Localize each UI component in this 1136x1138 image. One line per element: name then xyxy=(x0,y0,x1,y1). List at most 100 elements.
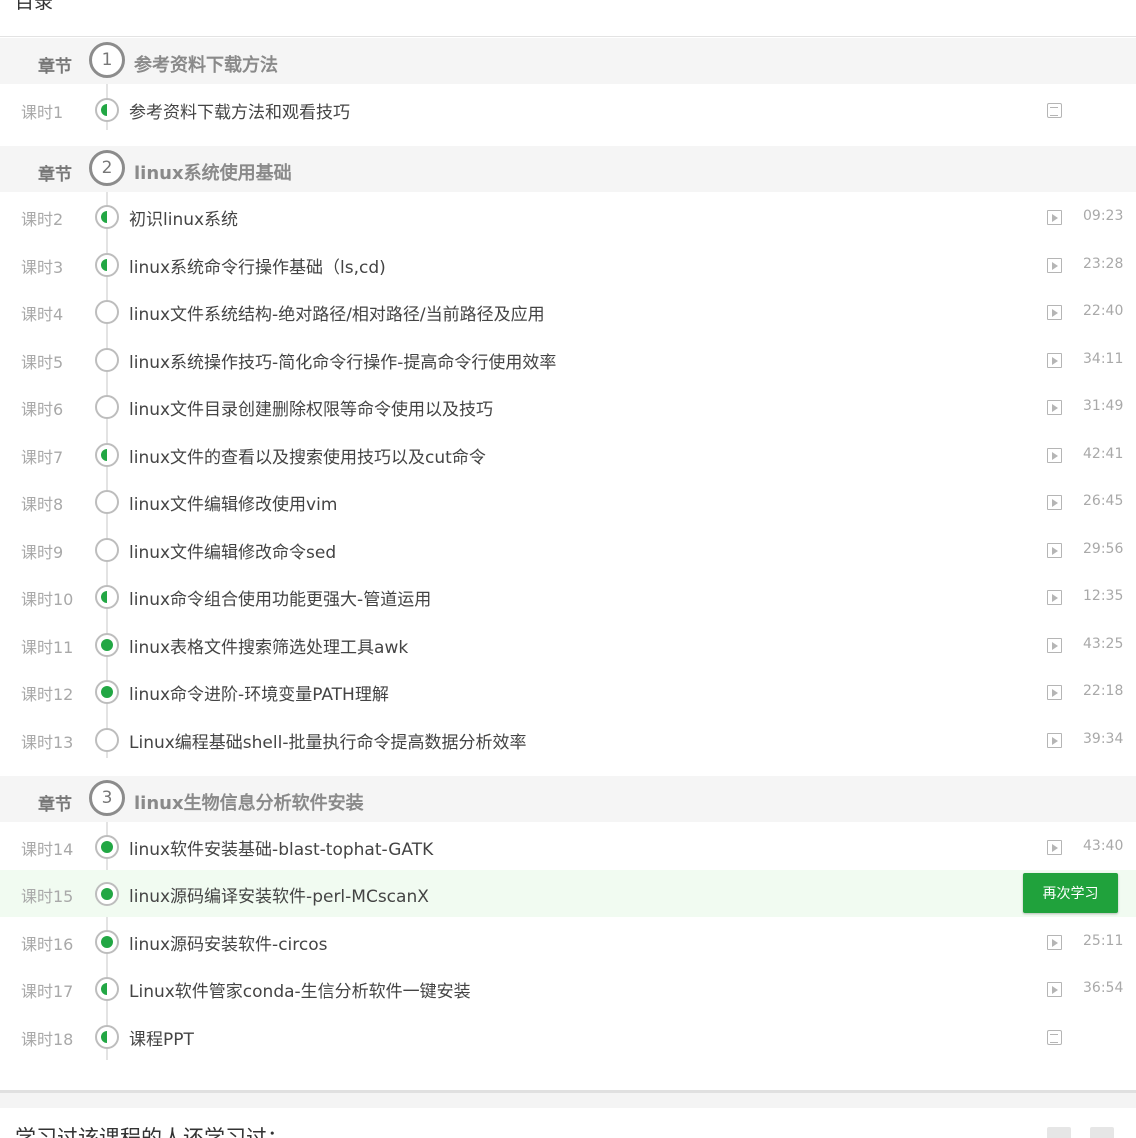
lesson-row[interactable]: 课时12 linux命令进阶-环境变量PATH理解 22:18 xyxy=(0,668,1136,715)
lesson-title[interactable]: linux文件编辑修改命令sed xyxy=(129,538,336,563)
lesson-title[interactable]: 课程PPT xyxy=(129,1025,194,1050)
lesson-row[interactable]: 课时11 linux表格文件搜索筛选处理工具awk 43:25 xyxy=(0,621,1136,668)
lesson-row[interactable]: 课时10 linux命令组合使用功能更强大-管道运用 12:35 xyxy=(0,573,1136,620)
progress-half-icon xyxy=(95,585,119,609)
lesson-number: 课时9 xyxy=(21,543,64,562)
lesson-number: 课时6 xyxy=(21,400,64,419)
chapter-label: 章节 xyxy=(38,795,72,815)
prev-arrow-button[interactable] xyxy=(1047,1127,1071,1138)
chapter-number-badge: 2 xyxy=(89,150,125,186)
progress-complete-icon xyxy=(95,680,119,704)
lesson-number: 课时13 xyxy=(21,733,74,752)
lesson-row[interactable]: 课时16 linux源码安装软件-circos 25:11 xyxy=(0,918,1136,965)
lesson-duration: 29:56 xyxy=(1083,541,1124,557)
lesson-number: 课时1 xyxy=(21,103,64,122)
lesson-number: 课时5 xyxy=(21,353,64,372)
play-icon xyxy=(1047,543,1062,558)
lesson-row[interactable]: 课时1 参考资料下载方法和观看技巧 xyxy=(0,86,1136,133)
next-arrow-button[interactable] xyxy=(1090,1127,1114,1138)
lesson-row[interactable]: 课时5 linux系统操作技巧-简化命令行操作-提高命令行使用效率 34:11 xyxy=(0,336,1136,383)
play-icon xyxy=(1047,840,1062,855)
lesson-duration: 31:49 xyxy=(1083,398,1124,414)
lesson-title[interactable]: linux源码安装软件-circos xyxy=(129,930,327,955)
lesson-number: 课时16 xyxy=(21,935,74,954)
lesson-title[interactable]: linux表格文件搜索筛选处理工具awk xyxy=(129,633,408,658)
play-icon xyxy=(1047,400,1062,415)
play-icon xyxy=(1047,638,1062,653)
progress-half-icon xyxy=(95,977,119,1001)
progress-complete-icon xyxy=(95,930,119,954)
lesson-row[interactable]: 课时3 linux系统命令行操作基础（ls,cd) 23:28 xyxy=(0,241,1136,288)
related-courses-heading: 学习过该课程的人还学习过： xyxy=(15,1126,288,1138)
play-icon xyxy=(1047,733,1062,748)
course-catalog-page: 目录 章节 1 参考资料下载方法 课时1 参考资料下载方法和观看技巧 章节 2 … xyxy=(0,0,1136,1138)
play-icon xyxy=(1047,982,1062,997)
lesson-title[interactable]: linux命令进阶-环境变量PATH理解 xyxy=(129,680,389,705)
lesson-row[interactable]: 课时4 linux文件系统结构-绝对路径/相对路径/当前路径及应用 22:40 xyxy=(0,288,1136,335)
chapter-number-badge: 1 xyxy=(89,42,125,78)
lesson-duration: 22:40 xyxy=(1083,303,1124,319)
lesson-row[interactable]: 课时14 linux软件安装基础-blast-tophat-GATK 43:40 xyxy=(0,823,1136,870)
lesson-title[interactable]: Linux编程基础shell-批量执行命令提高数据分析效率 xyxy=(129,728,526,753)
lesson-title[interactable]: linux文件目录创建删除权限等命令使用以及技巧 xyxy=(129,395,493,420)
lesson-number: 课时10 xyxy=(21,590,74,609)
lesson-row[interactable]: 课时13 Linux编程基础shell-批量执行命令提高数据分析效率 39:34 xyxy=(0,716,1136,763)
lesson-duration: 25:11 xyxy=(1083,933,1124,949)
lesson-title[interactable]: linux文件编辑修改使用vim xyxy=(129,490,337,515)
chapter-header: 章节 1 参考资料下载方法 xyxy=(0,38,1136,84)
lesson-row[interactable]: 课时2 初识linux系统 09:23 xyxy=(0,193,1136,240)
progress-complete-icon xyxy=(95,633,119,657)
lesson-title[interactable]: linux文件系统结构-绝对路径/相对路径/当前路径及应用 xyxy=(129,300,545,325)
chapter-label: 章节 xyxy=(38,165,72,185)
lesson-duration: 39:34 xyxy=(1083,731,1124,747)
relearn-button[interactable]: 再次学习 xyxy=(1023,873,1118,913)
lesson-title[interactable]: linux系统命令行操作基础（ls,cd) xyxy=(129,253,386,278)
lesson-number: 课时18 xyxy=(21,1030,74,1049)
lesson-title[interactable]: 参考资料下载方法和观看技巧 xyxy=(129,98,350,123)
lesson-title[interactable]: linux文件的查看以及搜索使用技巧以及cut命令 xyxy=(129,443,486,468)
progress-empty-icon xyxy=(95,490,119,514)
play-icon xyxy=(1047,448,1062,463)
lesson-duration: 36:54 xyxy=(1083,980,1124,996)
play-icon xyxy=(1047,685,1062,700)
lesson-row[interactable]: 课时7 linux文件的查看以及搜索使用技巧以及cut命令 42:41 xyxy=(0,431,1136,478)
play-icon xyxy=(1047,210,1062,225)
chapter-title: linux生物信息分析软件安装 xyxy=(134,793,364,814)
lesson-duration: 26:45 xyxy=(1083,493,1124,509)
lesson-title[interactable]: linux软件安装基础-blast-tophat-GATK xyxy=(129,835,433,860)
lesson-number: 课时11 xyxy=(21,638,74,657)
chapter-number-badge: 3 xyxy=(89,780,125,816)
lesson-title[interactable]: linux命令组合使用功能更强大-管道运用 xyxy=(129,585,431,610)
play-icon xyxy=(1047,590,1062,605)
lesson-title[interactable]: linux源码编译安装软件-perl-MCscanX xyxy=(129,882,429,907)
progress-empty-icon xyxy=(95,538,119,562)
lesson-duration: 09:23 xyxy=(1083,208,1124,224)
lesson-row[interactable]: 课时17 Linux软件管家conda-生信分析软件一键安装 36:54 xyxy=(0,965,1136,1012)
lesson-number: 课时3 xyxy=(21,258,64,277)
lesson-row[interactable]: 课时8 linux文件编辑修改使用vim 26:45 xyxy=(0,478,1136,525)
play-icon xyxy=(1047,258,1062,273)
lesson-row[interactable]: 课时18 课程PPT xyxy=(0,1013,1136,1060)
lesson-row-current[interactable]: 课时15 linux源码编译安装软件-perl-MCscanX 再次学习 xyxy=(0,870,1136,917)
lesson-row[interactable]: 课时6 linux文件目录创建删除权限等命令使用以及技巧 31:49 xyxy=(0,383,1136,430)
lesson-duration: 22:18 xyxy=(1083,683,1124,699)
lesson-title[interactable]: 初识linux系统 xyxy=(129,205,238,230)
progress-half-icon xyxy=(95,205,119,229)
progress-half-icon xyxy=(95,443,119,467)
progress-empty-icon xyxy=(95,300,119,324)
lesson-number: 课时8 xyxy=(21,495,64,514)
lesson-duration: 12:35 xyxy=(1083,588,1124,604)
catalog-title: 目录 xyxy=(15,0,54,13)
progress-half-icon xyxy=(95,1025,119,1049)
lesson-duration: 43:25 xyxy=(1083,636,1124,652)
document-icon xyxy=(1047,1030,1062,1045)
chapter-title: linux系统使用基础 xyxy=(134,163,292,184)
lesson-duration: 43:40 xyxy=(1083,838,1124,854)
lesson-number: 课时7 xyxy=(21,448,64,467)
lesson-row[interactable]: 课时9 linux文件编辑修改命令sed 29:56 xyxy=(0,526,1136,573)
divider xyxy=(0,36,1136,37)
lesson-title[interactable]: Linux软件管家conda-生信分析软件一键安装 xyxy=(129,977,471,1002)
lesson-title[interactable]: linux系统操作技巧-简化命令行操作-提高命令行使用效率 xyxy=(129,348,556,373)
lesson-number: 课时4 xyxy=(21,305,64,324)
play-icon xyxy=(1047,305,1062,320)
